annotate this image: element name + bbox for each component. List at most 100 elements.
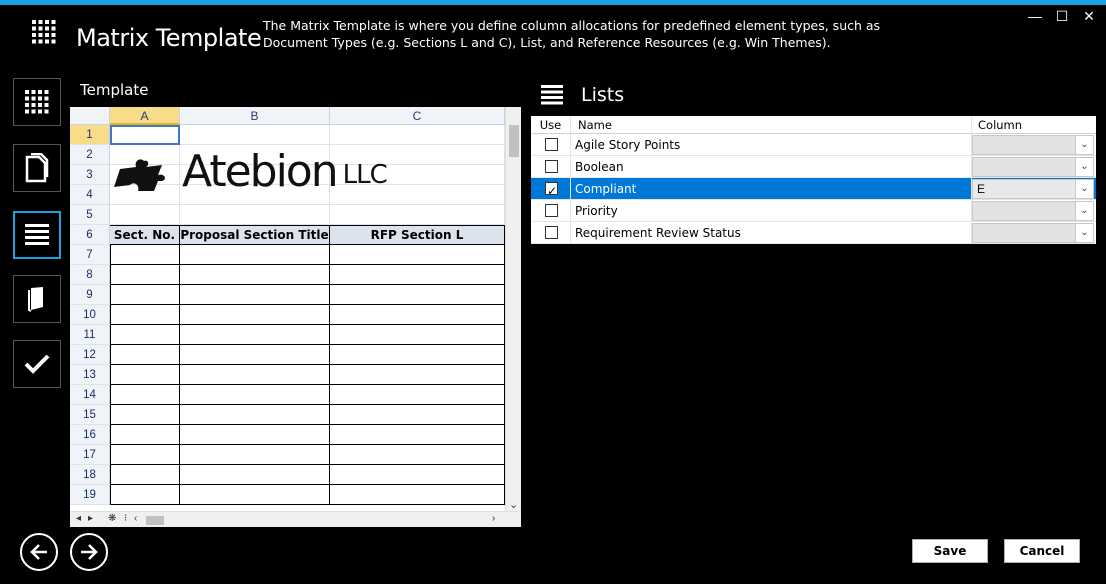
sheet-cell[interactable]: [180, 125, 330, 145]
row-header[interactable]: 17: [70, 445, 110, 465]
sheet-cell[interactable]: [330, 465, 505, 485]
row-header[interactable]: 15: [70, 405, 110, 425]
column-select[interactable]: ⌄: [972, 157, 1094, 177]
splitter-icon[interactable]: ⁝: [124, 513, 127, 524]
scroll-left-icon[interactable]: ‹: [134, 513, 137, 524]
lists-grid[interactable]: Use Name Column Agile Story Points ⌄ Boole…: [531, 116, 1096, 244]
row-header[interactable]: 10: [70, 305, 110, 325]
vertical-scroll-thumb[interactable]: [509, 125, 519, 157]
first-sheet-icon[interactable]: ◂: [76, 513, 81, 524]
row-header[interactable]: 5: [70, 205, 110, 225]
row-header[interactable]: 1: [70, 125, 110, 145]
list-row[interactable]: CompliantE⌄: [531, 178, 1096, 202]
sheet-cell[interactable]: [330, 445, 505, 465]
sheet-cell[interactable]: [180, 205, 330, 225]
name-column-header[interactable]: Name: [571, 116, 972, 134]
sidebar-item-documents[interactable]: [13, 144, 61, 192]
row-header[interactable]: 3: [70, 165, 110, 185]
sheet-cell[interactable]: [110, 285, 180, 305]
sheet-cell[interactable]: [330, 265, 505, 285]
row-header[interactable]: 8: [70, 265, 110, 285]
sheet-cell[interactable]: [180, 325, 330, 345]
column-select[interactable]: ⌄: [972, 135, 1094, 155]
sheet-cell[interactable]: [180, 245, 330, 265]
row-header[interactable]: 19: [70, 485, 110, 505]
list-row[interactable]: Boolean ⌄: [531, 156, 1096, 178]
last-sheet-icon[interactable]: ▸: [88, 513, 93, 524]
sheet-cell[interactable]: [180, 445, 330, 465]
chevron-down-icon[interactable]: ⌄: [1075, 180, 1093, 198]
list-row[interactable]: Requirement Review Status ⌄: [531, 222, 1096, 244]
sheet-cell[interactable]: [330, 205, 505, 225]
maximize-button[interactable]: ☐: [1052, 8, 1072, 25]
scroll-right-icon[interactable]: ›: [492, 513, 495, 524]
sheet-cell[interactable]: [180, 305, 330, 325]
sheet-cell[interactable]: [330, 345, 505, 365]
sheet-cell[interactable]: [110, 465, 180, 485]
row-header[interactable]: 6: [70, 225, 110, 245]
row-header[interactable]: 4: [70, 185, 110, 205]
sheet-cell[interactable]: [110, 405, 180, 425]
sidebar-item-check[interactable]: [13, 340, 61, 388]
column-select[interactable]: ⌄: [972, 223, 1094, 243]
sheet-cell[interactable]: [330, 305, 505, 325]
sheet-cell[interactable]: [330, 245, 505, 265]
sheet-cell[interactable]: [180, 425, 330, 445]
add-sheet-icon[interactable]: ❋: [108, 513, 116, 524]
sidebar-item-grid[interactable]: [13, 78, 61, 126]
sheet-cell[interactable]: [180, 385, 330, 405]
use-checkbox[interactable]: [545, 204, 558, 217]
sheet-cell[interactable]: [330, 385, 505, 405]
column-column-header[interactable]: Column: [972, 116, 1096, 134]
table-header-cell[interactable]: Proposal Section Title: [180, 225, 330, 245]
sheet-cell[interactable]: [110, 245, 180, 265]
use-checkbox[interactable]: [545, 160, 558, 173]
use-checkbox[interactable]: [545, 138, 558, 151]
sheet-cell[interactable]: [330, 485, 505, 505]
close-button[interactable]: ✕: [1079, 8, 1099, 25]
sheet-cell[interactable]: [330, 325, 505, 345]
sheet-cell[interactable]: [110, 345, 180, 365]
chevron-down-icon[interactable]: ⌄: [1075, 202, 1093, 220]
cancel-button[interactable]: Cancel: [1004, 539, 1080, 563]
sheet-cell[interactable]: [110, 265, 180, 285]
use-column-header[interactable]: Use: [531, 116, 571, 134]
sheet-cell[interactable]: [330, 425, 505, 445]
use-checkbox[interactable]: [545, 180, 558, 202]
sheet-cell[interactable]: [110, 305, 180, 325]
sheet-cell[interactable]: [110, 205, 180, 225]
column-select[interactable]: ⌄: [972, 201, 1094, 221]
chevron-down-icon[interactable]: ⌄: [1075, 158, 1093, 176]
row-header[interactable]: 18: [70, 465, 110, 485]
sidebar-item-resources[interactable]: [13, 275, 61, 323]
horizontal-scroll-thumb[interactable]: [146, 516, 164, 525]
forward-button[interactable]: [70, 533, 108, 571]
sheet-cell[interactable]: [330, 365, 505, 385]
list-row[interactable]: Priority ⌄: [531, 200, 1096, 222]
sheet-cell[interactable]: [180, 405, 330, 425]
row-header[interactable]: 7: [70, 245, 110, 265]
template-spreadsheet[interactable]: A B C 1 2 3 4 5 6 Sect. No. Proposal Section Ti…: [70, 107, 521, 527]
sheet-cell[interactable]: [330, 285, 505, 305]
sheet-cell[interactable]: [110, 485, 180, 505]
sheet-cell[interactable]: [110, 385, 180, 405]
column-header-b[interactable]: B: [180, 107, 330, 125]
row-header[interactable]: 14: [70, 385, 110, 405]
back-button[interactable]: [20, 533, 58, 571]
column-select[interactable]: E ⌄: [972, 179, 1094, 199]
sheet-cell[interactable]: [180, 365, 330, 385]
sheet-cell[interactable]: [110, 425, 180, 445]
column-header-c[interactable]: C: [330, 107, 505, 125]
horizontal-scrollbar[interactable]: ◂ ▸ ❋ ⁝ ‹ ›: [70, 511, 521, 527]
use-checkbox[interactable]: [545, 226, 558, 239]
chevron-down-icon[interactable]: ⌄: [1075, 224, 1093, 242]
sheet-cell[interactable]: [180, 485, 330, 505]
sheet-cell[interactable]: [110, 445, 180, 465]
scroll-down-icon[interactable]: ⌄: [509, 498, 518, 511]
sheet-cell[interactable]: [110, 125, 180, 145]
save-button[interactable]: Save: [912, 539, 988, 563]
sheet-cell[interactable]: [110, 325, 180, 345]
row-header[interactable]: 16: [70, 425, 110, 445]
sheet-cell[interactable]: [180, 265, 330, 285]
sheet-cell[interactable]: [110, 365, 180, 385]
